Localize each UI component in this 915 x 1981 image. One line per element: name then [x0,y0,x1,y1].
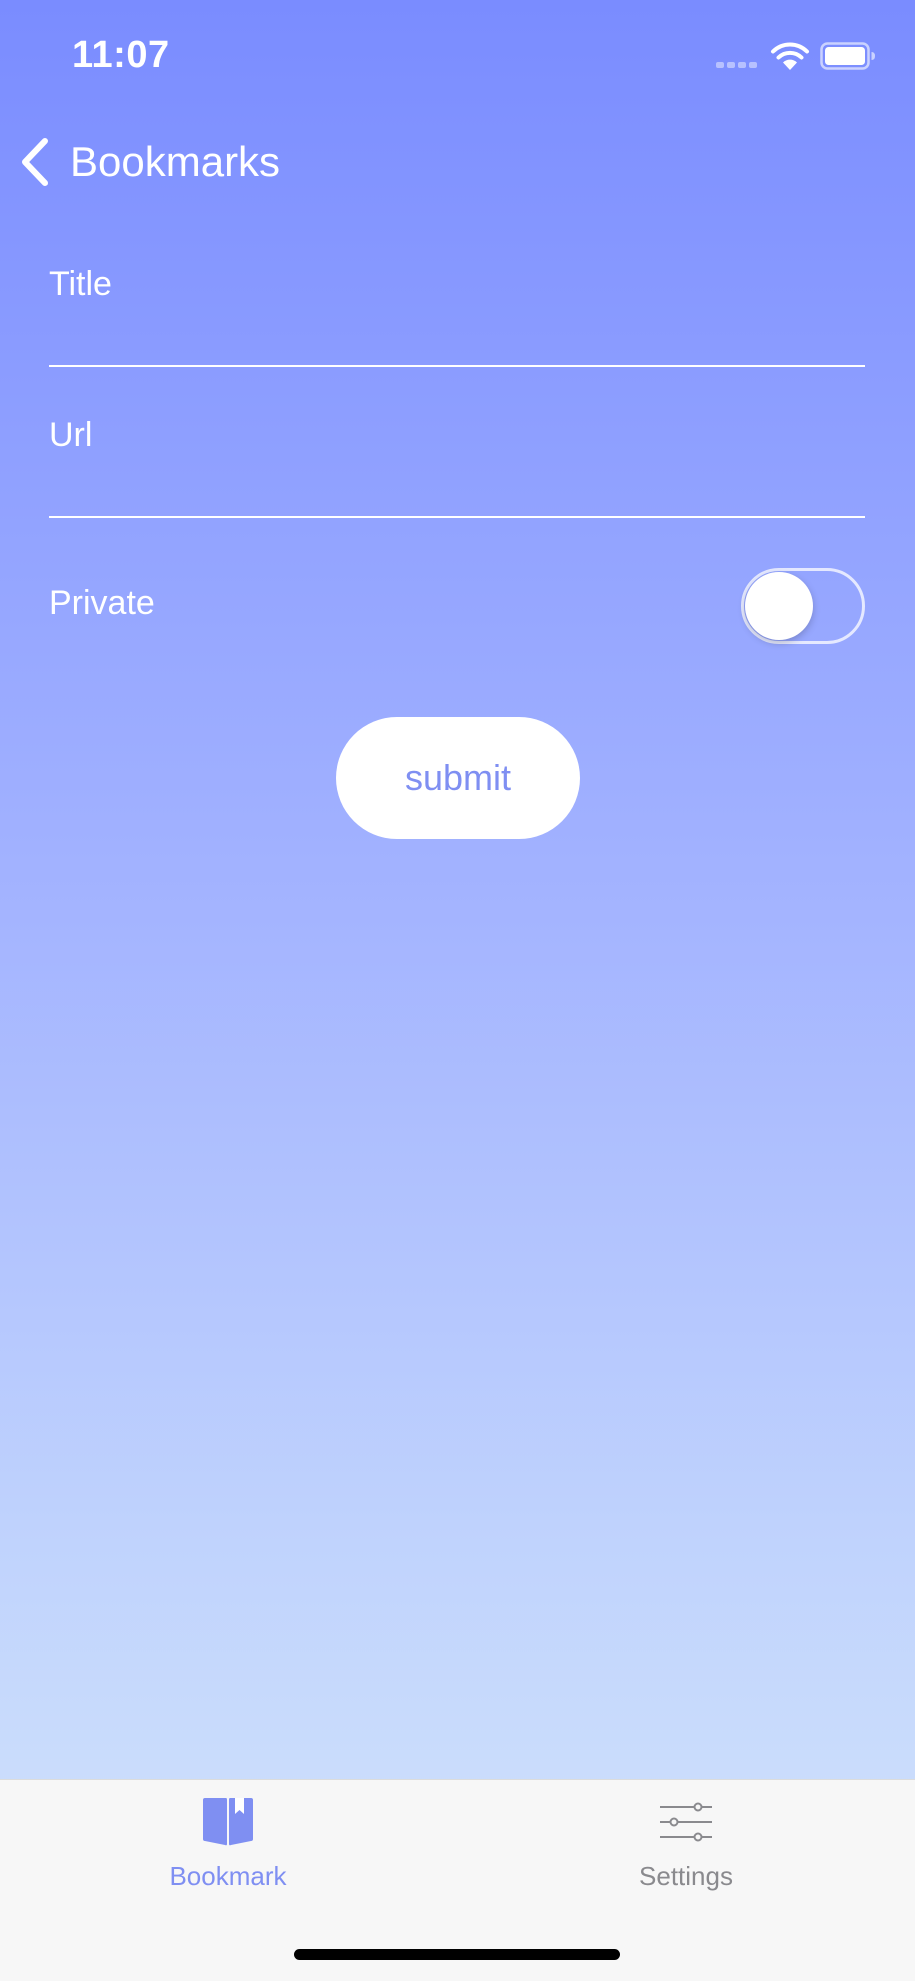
tab-settings[interactable]: Settings [536,1779,836,1909]
chevron-left-icon [22,138,48,186]
wifi-icon [771,42,809,70]
tab-bookmark[interactable]: Bookmark [78,1779,378,1909]
home-indicator[interactable] [294,1949,620,1960]
battery-icon [820,42,875,70]
private-toggle[interactable] [741,568,865,644]
book-bookmark-icon [203,1798,253,1846]
url-underline [49,516,865,518]
back-button[interactable]: Bookmarks [18,130,280,194]
back-button-label: Bookmarks [70,138,281,185]
tab-bar: Bookmark Settings [0,1779,915,1981]
tab-settings-label: Settings [639,1861,733,1891]
screen: 11:07 Bookmarks Title Url Private submit… [0,0,915,1981]
status-bar: 11:07 [0,0,915,110]
cellular-signal-icon [716,62,758,68]
submit-button[interactable]: submit [336,717,580,839]
sliders-icon [660,1802,712,1842]
status-time: 11:07 [72,34,170,76]
url-label: Url [49,416,93,454]
title-input[interactable] [49,312,865,360]
url-input[interactable] [49,462,865,510]
private-label: Private [49,584,155,622]
tab-bookmark-label: Bookmark [169,1861,287,1891]
title-label: Title [49,265,112,303]
title-underline [49,365,865,367]
toggle-knob [745,572,813,640]
